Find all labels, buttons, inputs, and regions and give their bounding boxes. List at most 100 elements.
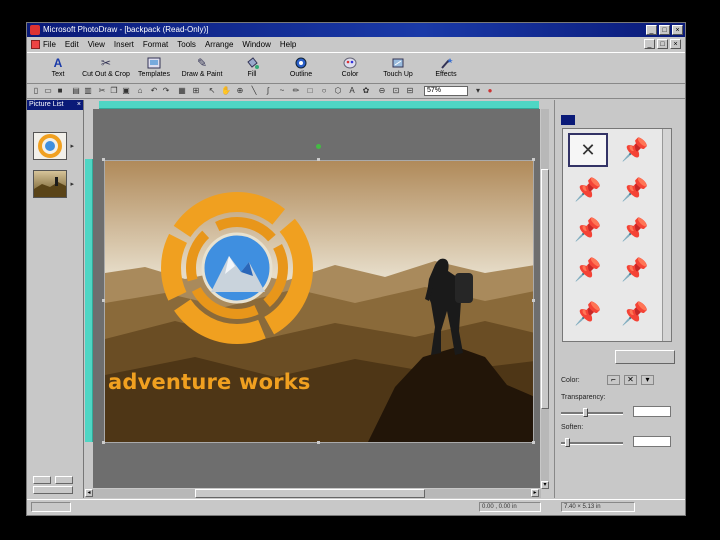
gallery-item[interactable]: 📌 <box>568 253 608 287</box>
menu-file[interactable]: File <box>43 39 56 50</box>
gallery-item[interactable]: 📌 <box>615 253 655 287</box>
gallery-scrollbar[interactable] <box>662 129 671 341</box>
rectangle-icon[interactable]: □ <box>305 86 315 96</box>
text-tool-button[interactable]: A Text <box>31 55 85 83</box>
close-button[interactable]: × <box>672 25 683 35</box>
ellipse-icon[interactable]: ○ <box>319 86 329 96</box>
selection-handle[interactable] <box>317 158 320 161</box>
zoom-in-icon[interactable]: ⊕ <box>235 86 245 96</box>
doc-close-button[interactable]: × <box>670 39 681 49</box>
close-icon[interactable]: × <box>77 100 81 110</box>
color-button[interactable]: Color <box>323 55 377 83</box>
redo-icon[interactable]: ↷ <box>161 86 171 96</box>
group-icon[interactable]: ⊞ <box>191 86 201 96</box>
selection-handle[interactable] <box>102 441 105 444</box>
actual-size-icon[interactable]: ⊟ <box>405 86 415 96</box>
picture-thumbnail-photo[interactable]: ▸ <box>33 170 74 198</box>
gallery-item[interactable]: 📌 <box>615 297 655 331</box>
zoom-combo[interactable]: 57% <box>424 86 468 96</box>
menu-edit[interactable]: Edit <box>65 39 79 50</box>
print-icon[interactable]: ▤ <box>71 86 81 96</box>
gallery-item[interactable]: 📌 <box>568 297 608 331</box>
vertical-scroll-thumb[interactable] <box>541 169 549 409</box>
hand-icon[interactable]: ✋ <box>221 86 231 96</box>
text-icon[interactable]: A <box>347 86 357 96</box>
cut-out-crop-button[interactable]: ✂ Cut Out & Crop <box>79 55 133 83</box>
scroll-left-button[interactable]: ◂ <box>85 489 93 497</box>
scan-icon[interactable]: ▦ <box>177 86 187 96</box>
rotate-handle[interactable] <box>316 144 321 149</box>
soften-spinbox[interactable] <box>633 436 671 447</box>
picture-list-options-button[interactable] <box>33 486 73 494</box>
gallery-item[interactable]: 📌 <box>568 213 608 247</box>
app-icon[interactable] <box>30 25 40 35</box>
gallery-item[interactable]: 📌 <box>615 133 655 167</box>
arrow-select-icon[interactable]: ↖ <box>207 86 217 96</box>
selection-handle[interactable] <box>532 299 535 302</box>
picture-thumbnail-logo[interactable]: ▸ <box>33 132 74 160</box>
freeform-icon[interactable]: ~ <box>277 86 287 96</box>
menu-arrange[interactable]: Arrange <box>205 39 233 50</box>
print-preview-icon[interactable]: ▥ <box>83 86 93 96</box>
picture-list-scroll-right-button[interactable] <box>55 476 73 484</box>
paste-icon[interactable]: ▣ <box>121 86 131 96</box>
gallery-item[interactable]: 📌 <box>568 173 608 207</box>
cut-icon[interactable]: ✂ <box>97 86 107 96</box>
templates-button[interactable]: Templates <box>127 55 181 83</box>
scroll-down-button[interactable]: ▾ <box>541 481 549 489</box>
zoom-dropdown-icon[interactable]: ▾ <box>473 86 483 96</box>
scroll-right-button[interactable]: ▸ <box>531 489 539 497</box>
document-icon[interactable] <box>31 40 40 49</box>
doc-restore-button[interactable]: □ <box>657 39 668 49</box>
soften-slider[interactable] <box>561 442 623 445</box>
copy-icon[interactable]: ❐ <box>109 86 119 96</box>
menu-view[interactable]: View <box>88 39 105 50</box>
horizontal-scrollbar[interactable]: ◂ ▸ <box>85 489 541 498</box>
fill-button[interactable]: Fill <box>225 55 279 83</box>
vertical-scrollbar[interactable]: ▾ <box>541 109 549 489</box>
menu-window[interactable]: Window <box>242 39 270 50</box>
zoom-out-icon[interactable]: ⊖ <box>377 86 387 96</box>
polygon-icon[interactable]: ⬡ <box>333 86 343 96</box>
format-painter-icon[interactable]: ⌂ <box>135 86 145 96</box>
outline-button[interactable]: Outline <box>274 55 328 83</box>
soften-slider-knob[interactable] <box>565 438 570 447</box>
gallery-item[interactable]: 📌 <box>615 213 655 247</box>
canvas-picture[interactable]: adventure works <box>104 160 534 443</box>
selection-handle[interactable] <box>102 299 105 302</box>
eyedropper-icon[interactable]: ⌐ <box>607 375 620 385</box>
transparency-spinbox[interactable] <box>633 406 671 417</box>
curve-icon[interactable]: ∫ <box>263 86 273 96</box>
gallery-item[interactable]: 📌 <box>615 173 655 207</box>
maximize-button[interactable]: □ <box>659 25 670 35</box>
selection-handle[interactable] <box>317 441 320 444</box>
transparency-slider[interactable] <box>561 412 623 415</box>
draw-paint-button[interactable]: ✎ Draw & Paint <box>175 55 229 83</box>
menu-help[interactable]: Help <box>280 39 296 50</box>
clipart-icon[interactable]: ✿ <box>361 86 371 96</box>
fit-icon[interactable]: ⊡ <box>391 86 401 96</box>
workpane-action-button[interactable] <box>615 350 675 364</box>
minimize-button[interactable]: _ <box>646 25 657 35</box>
selection-handle[interactable] <box>102 158 105 161</box>
menu-format[interactable]: Format <box>143 39 168 50</box>
doc-minimize-button[interactable]: _ <box>644 39 655 49</box>
save-disk-icon[interactable]: ■ <box>55 86 65 96</box>
picture-list-scroll-left-button[interactable] <box>33 476 51 484</box>
new-file-icon[interactable]: ▯ <box>31 86 41 96</box>
open-folder-icon[interactable]: ▭ <box>43 86 53 96</box>
selection-handle[interactable] <box>532 158 535 161</box>
effects-button[interactable]: Effects <box>419 55 473 83</box>
touch-up-button[interactable]: Touch Up <box>371 55 425 83</box>
transparency-slider-knob[interactable] <box>583 408 588 417</box>
line-icon[interactable]: ╲ <box>249 86 259 96</box>
undo-icon[interactable]: ↶ <box>149 86 159 96</box>
selection-handle[interactable] <box>532 441 535 444</box>
help-icon[interactable]: ● <box>485 86 495 96</box>
pencil-icon[interactable]: ✏ <box>291 86 301 96</box>
color-dropdown-icon[interactable]: ▾ <box>641 375 654 385</box>
gallery-item-none[interactable]: ✕ <box>568 133 608 167</box>
menu-insert[interactable]: Insert <box>114 39 134 50</box>
horizontal-scroll-thumb[interactable] <box>195 489 425 498</box>
menu-tools[interactable]: Tools <box>177 39 196 50</box>
